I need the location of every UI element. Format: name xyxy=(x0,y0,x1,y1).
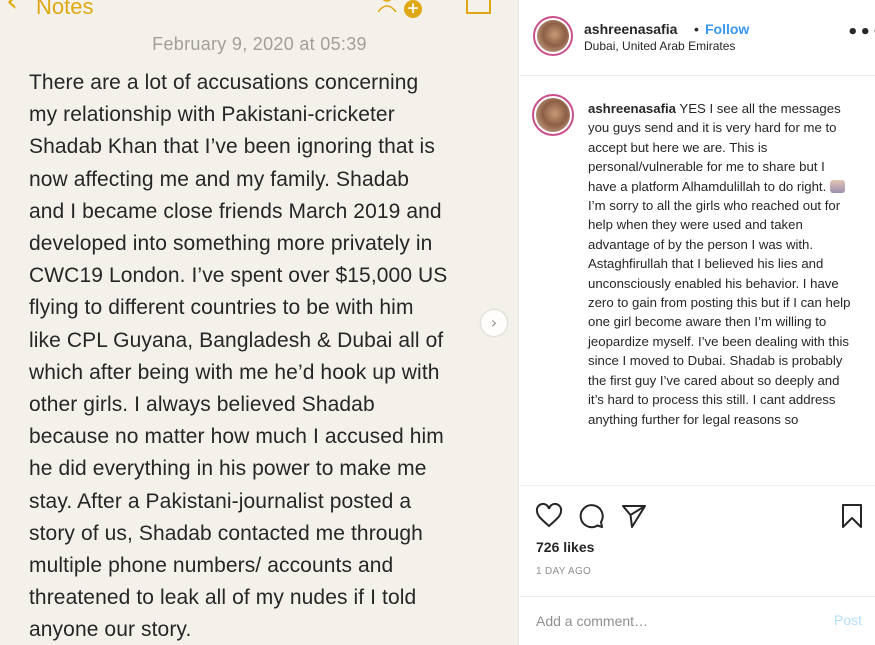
caption-text-part2: I’m sorry to all the girls who reached o… xyxy=(588,198,851,427)
note-body: There are a lot of accusations concernin… xyxy=(29,67,504,645)
note-line: like CPL Guyana, Bangladesh & Dubai all … xyxy=(29,328,444,352)
separator-dot: • xyxy=(694,21,699,37)
comments-scroll[interactable]: ashreenasafia YES I see all the messages… xyxy=(520,77,875,485)
location-link[interactable]: Dubai, United Arab Emirates xyxy=(584,39,735,53)
plus-badge-icon: + xyxy=(404,0,422,18)
avatar-photo xyxy=(537,20,569,52)
note-line: threatened to leak all of my nudes if I … xyxy=(29,586,417,610)
note-date: February 9, 2020 at 05:39 xyxy=(152,34,367,54)
note-line: which after being with me he’d hook up w… xyxy=(29,360,440,384)
follow-button[interactable]: Follow xyxy=(705,21,749,37)
note-line: he did everything in his power to make m… xyxy=(29,457,427,481)
note-line: my relationship with Pakistani-cricketer xyxy=(29,103,395,127)
emoji-icon xyxy=(829,179,845,193)
note-line: Shadab Khan that I’ve been ignoring that… xyxy=(29,135,435,159)
comment-input[interactable] xyxy=(536,611,806,631)
post-header: ashreenasafia • Follow Dubai, United Ara… xyxy=(520,0,875,76)
note-line: now affecting me and my family. Shadab xyxy=(29,167,410,191)
caption: ashreenasafia YES I see all the messages… xyxy=(588,99,856,429)
note-line: flying to different countries to be with… xyxy=(29,296,414,320)
note-line: multiple phone numbers/ accounts and xyxy=(29,554,394,578)
caption-username[interactable]: ashreenasafia xyxy=(588,101,676,116)
avatar-photo xyxy=(536,98,570,132)
avatar[interactable] xyxy=(533,16,573,56)
note-line: developed into something more privately … xyxy=(29,232,433,256)
chevron-left-icon: ‹ xyxy=(6,0,18,19)
note-line: story of us, Shadab contacted me through xyxy=(29,521,423,545)
post-timestamp[interactable]: 1 DAY AGO xyxy=(536,566,591,577)
bookmark-icon[interactable] xyxy=(838,502,866,530)
more-icon[interactable]: ••• xyxy=(847,22,875,43)
note-line: because no matter how much I accused him xyxy=(29,425,444,449)
note-line: There are a lot of accusations concernin… xyxy=(29,71,419,94)
likes-count[interactable]: 726 likes xyxy=(536,539,594,555)
note-line: anyone our story. xyxy=(29,618,192,642)
note-line: other girls. I always believed Shadab xyxy=(29,393,375,417)
comment-form: Post xyxy=(520,596,875,645)
notes-toolbar: ‹ Notes + xyxy=(0,0,518,22)
heart-icon[interactable] xyxy=(535,502,563,530)
caption-avatar[interactable] xyxy=(532,94,574,136)
username-link[interactable]: ashreenasafia xyxy=(584,21,677,37)
comment-icon[interactable] xyxy=(577,502,605,530)
note-line: and I became close friends March 2019 an… xyxy=(29,199,442,223)
note-line: stay. After a Pakistani-journalist poste… xyxy=(29,489,412,513)
next-image-button[interactable]: › xyxy=(481,310,507,336)
post-comment-button[interactable]: Post xyxy=(834,612,862,628)
chevron-right-icon: › xyxy=(490,313,498,332)
post-image[interactable]: ‹ Notes + February 9, 2020 at 05:39 Ther… xyxy=(0,0,519,645)
post-sidebar: ashreenasafia • Follow Dubai, United Ara… xyxy=(520,0,875,645)
send-icon[interactable] xyxy=(620,502,648,530)
note-line: CWC19 London. I’ve spent over $15,000 US xyxy=(29,264,448,288)
notes-back-label: Notes xyxy=(36,0,94,19)
person-add-icon xyxy=(378,0,397,12)
share-icon xyxy=(466,0,491,14)
